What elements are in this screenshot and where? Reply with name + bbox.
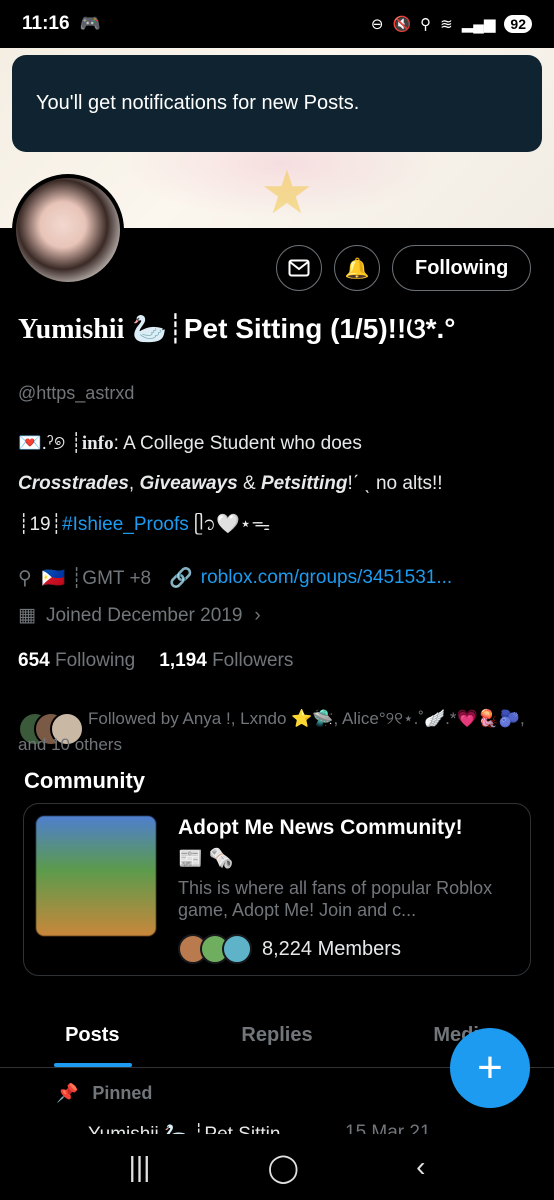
bio-age: ┊19┊	[18, 514, 63, 535]
bio-text: : A College Student who does	[113, 433, 362, 454]
pinned-label: 📌 Pinned	[56, 1083, 152, 1104]
message-button[interactable]	[276, 245, 322, 291]
pinned-post-preview[interactable]: Yumishii 🦢 ┊Pet Sittin 15 Mar 21	[0, 1122, 554, 1134]
website-link[interactable]: roblox.com/groups/3451531...	[201, 567, 452, 589]
joined-date: Joined December 2019	[45, 604, 243, 626]
following-button[interactable]: Following	[392, 245, 532, 291]
bio-petsitting: Petsitting	[260, 473, 348, 494]
location-text: 🇵🇭 ┊GMT +8	[41, 568, 152, 589]
bio-emoji-suffix: ᥫ᭡🤍⋆ᯓ	[188, 514, 271, 535]
bio-crosstrades: Crosstrades	[18, 473, 129, 494]
chevron-right-icon: ›	[254, 604, 261, 626]
bio-line-2: Crosstrades, Giveaways & Petsitting!ˊ ˎ …	[18, 473, 538, 495]
bio-giveaways: Giveaways	[139, 473, 238, 494]
compose-button[interactable]: +	[450, 1028, 530, 1108]
bio-line-3: ┊19┊#Ishiee_Proofs ᥫ᭡🤍⋆ᯓ	[18, 510, 538, 544]
name-suffix: ┊Pet Sitting (1/5)!!ଓ*.°	[167, 313, 456, 344]
signal-icon: ▂▄▆	[461, 16, 496, 33]
tab-replies[interactable]: Replies	[185, 1012, 370, 1067]
dnd-icon: ⊖	[370, 16, 384, 33]
post-author: Yumishii 🦢 ┊Pet Sittin	[88, 1122, 280, 1134]
avatar[interactable]	[12, 174, 124, 286]
bio-line-1: 💌.ˀ୭ ┊info: A College Student who does	[18, 431, 538, 455]
status-icons: ⊖ 🔇 ⚲ ≋ ▂▄▆ 92	[371, 15, 532, 33]
community-emoji: 📰 🗞️	[178, 848, 234, 870]
following-count: 654	[18, 650, 50, 671]
username-handle: @https_astrxd	[18, 383, 135, 403]
community-section-title: Community	[24, 768, 145, 793]
link-icon: 🔗	[169, 568, 193, 589]
member-count: 8,224 Members	[262, 937, 401, 960]
avatar-image	[16, 178, 120, 282]
followers-label: Followers	[212, 650, 294, 671]
status-time: 11:16	[22, 13, 70, 34]
system-nav-bar: ||| ◯ ‹	[0, 1134, 554, 1200]
community-card[interactable]: Adopt Me News Community! 📰 🗞️ This is wh…	[23, 803, 531, 976]
community-members: 8,224 Members	[178, 934, 401, 964]
plus-icon: +	[477, 1043, 503, 1092]
notification-toast: You'll get notifications for new Posts.	[12, 55, 542, 152]
gamepad-icon: 🎮	[79, 14, 101, 33]
profile-meta-location: ⚲ 🇵🇭 ┊GMT +8 🔗 roblox.com/groups/3451531…	[18, 566, 452, 590]
followed-by-label: Followed by Anya !, Lxndo ⭐🛸, Alice°୨୧⋆.…	[18, 709, 525, 755]
battery-indicator: 92	[504, 15, 532, 33]
location-icon: ⚲	[420, 16, 432, 33]
back-icon[interactable]: ‹	[416, 1151, 425, 1183]
followers-count: 1,194	[159, 650, 207, 671]
profile-meta-joined[interactable]: ▦ Joined December 2019 ›	[18, 604, 261, 627]
community-thumbnail	[36, 816, 156, 936]
following-label: Following	[54, 650, 136, 671]
bell-check-icon: 🔔	[344, 257, 370, 280]
tab-posts[interactable]: Posts	[0, 1012, 185, 1067]
bio-info-label: info	[81, 433, 114, 454]
followed-by-text[interactable]: Followed by Anya !, Lxndo ⭐🛸, Alice°୨୧⋆.…	[18, 706, 538, 759]
followers-count-link[interactable]: 1,194 Followers	[159, 650, 293, 672]
toast-text: You'll get notifications for new Posts.	[36, 92, 360, 114]
location-pin-icon: ⚲	[18, 567, 32, 589]
mute-icon: 🔇	[392, 16, 412, 33]
envelope-icon	[288, 259, 310, 277]
follow-counts: 654 Following 1,194 Followers	[18, 650, 293, 672]
swan-emoji: 🦢	[132, 313, 168, 344]
home-icon[interactable]: ◯	[268, 1151, 299, 1184]
pinned-text: Pinned	[92, 1083, 153, 1103]
status-bar: 11:16 🎮 ⊖ 🔇 ⚲ ≋ ▂▄▆ 92	[0, 0, 554, 48]
notifications-button[interactable]: 🔔	[334, 245, 380, 291]
pin-icon: 📌	[56, 1083, 79, 1103]
bio-sep: ,	[128, 473, 140, 494]
community-description: This is where all fans of popular Roblox…	[178, 878, 493, 920]
wifi-icon: ≋	[440, 16, 453, 33]
bio-text: !ˊ ˎ no alts!!	[347, 473, 443, 494]
member-avatar	[222, 934, 252, 964]
action-buttons: 🔔 Following	[276, 245, 532, 291]
bio-sep: &	[237, 473, 261, 494]
calendar-icon: ▦	[18, 605, 36, 626]
community-name: Adopt Me News Community!	[178, 816, 463, 839]
recents-icon[interactable]: |||	[129, 1151, 151, 1183]
bio-hashtag-link[interactable]: #Ishiee_Proofs	[62, 514, 189, 535]
star-decoration: ★	[260, 159, 314, 226]
following-count-link[interactable]: 654 Following	[18, 650, 135, 672]
name-text: Yumishii	[18, 314, 125, 345]
bio-emoji-prefix: 💌.ˀ୭ ┊	[18, 433, 82, 454]
post-date: 15 Mar 21	[345, 1122, 431, 1134]
display-name: Yumishii 🦢┊Pet Sitting (1/5)!!ଓ*.°	[18, 312, 455, 346]
